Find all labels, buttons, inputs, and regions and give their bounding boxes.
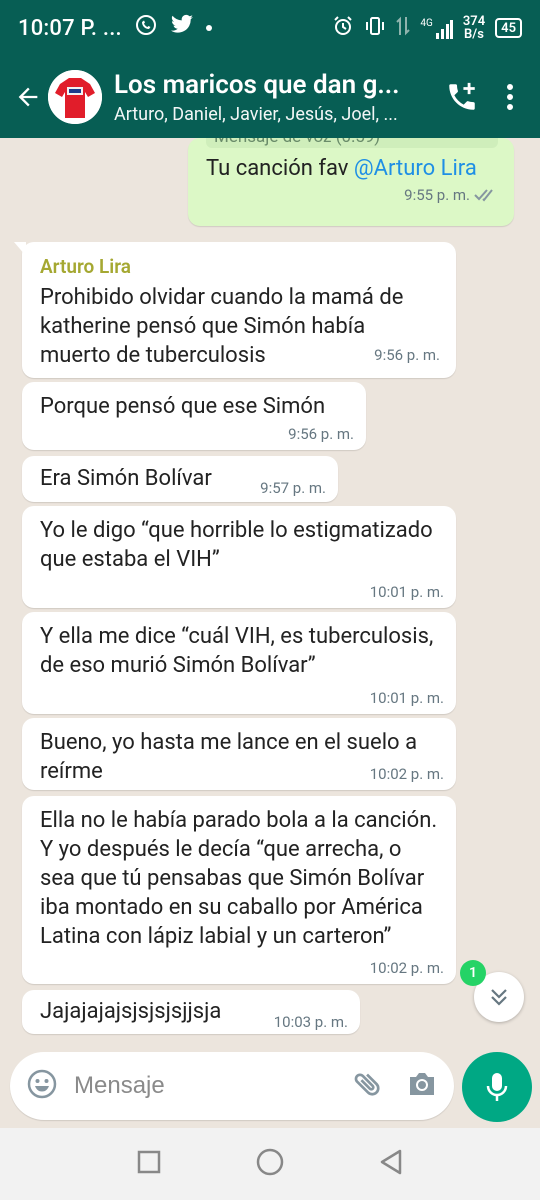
message-text: Porque pensó que ese Simón bbox=[40, 394, 326, 419]
attach-button[interactable] bbox=[352, 1068, 384, 1104]
bubble-tail bbox=[14, 242, 26, 256]
square-icon bbox=[138, 1150, 161, 1174]
recents-button[interactable] bbox=[136, 1149, 162, 1179]
message-bubble-incoming[interactable]: Yo le digo “que horrible lo estigmatizad… bbox=[22, 506, 456, 608]
emoji-icon bbox=[27, 1069, 57, 1099]
status-bar: 10:07 P. ... 4G 374 B/s 45 bbox=[0, 0, 540, 56]
network-type: 4G bbox=[420, 17, 433, 29]
message-bubble-incoming[interactable]: Ella no le había parado bola a la canció… bbox=[22, 796, 456, 984]
triangle-back-icon bbox=[380, 1149, 401, 1175]
more-vert-icon bbox=[507, 84, 513, 110]
message-text: Era Simón Bolívar bbox=[40, 466, 212, 491]
double-chevron-down-icon bbox=[491, 989, 507, 1006]
more-notifications-dot bbox=[205, 25, 212, 31]
message-bubble-incoming[interactable]: Y ella me dice “cuál VIH, es tuberculosi… bbox=[22, 612, 456, 714]
mention-link[interactable]: @Arturo Lira bbox=[354, 156, 477, 181]
chat-participants: Arturo, Daniel, Javier, Jesús, Joel, ... bbox=[114, 103, 398, 125]
camera-button[interactable] bbox=[406, 1069, 438, 1103]
message-bubble-outgoing[interactable]: Mensaje de voz (0:59) Tu canción fav @Ar… bbox=[188, 138, 514, 226]
forwarded-voice-message: Mensaje de voz (0:59) bbox=[206, 138, 498, 148]
status-time: 10:07 P. ... bbox=[18, 15, 122, 41]
signal-icon: 4G bbox=[420, 17, 453, 39]
message-time: 10:01 p. m. bbox=[369, 689, 444, 707]
group-avatar[interactable] bbox=[48, 70, 102, 124]
message-text: Y ella me dice “cuál VIH, es tuberculosi… bbox=[40, 624, 434, 678]
message-timestamp: 9:55 p. m. bbox=[404, 185, 498, 205]
back-button[interactable] bbox=[6, 83, 50, 111]
message-time: 9:55 p. m. bbox=[404, 186, 470, 204]
double-check-icon bbox=[474, 189, 493, 202]
message-time: 9:56 p. m. bbox=[288, 425, 354, 443]
back-nav-button[interactable] bbox=[378, 1148, 404, 1180]
emoji-button[interactable] bbox=[26, 1068, 58, 1104]
message-text: Yo le digo “que horrible lo estigmatizad… bbox=[40, 518, 433, 572]
system-navigation-bar bbox=[0, 1128, 540, 1200]
data-arrows-icon bbox=[396, 15, 411, 41]
message-time: 9:56 p. m. bbox=[374, 346, 440, 364]
net-speed: 374 B/s bbox=[463, 15, 485, 41]
twitter-notification-icon bbox=[170, 14, 194, 42]
message-time: 10:02 p. m. bbox=[369, 959, 444, 977]
voice-record-button[interactable] bbox=[462, 1052, 532, 1122]
alarm-icon bbox=[332, 15, 354, 41]
unread-count-badge: 1 bbox=[460, 960, 486, 986]
vibrate-icon bbox=[364, 15, 386, 41]
message-bubble-incoming[interactable]: Jajajajajsjsjsjsjjsja 10:03 p. m. bbox=[22, 990, 360, 1034]
message-bubble-incoming[interactable]: Porque pensó que ese Simón 9:56 p. m. bbox=[22, 382, 366, 450]
net-speed-unit: B/s bbox=[464, 27, 484, 42]
more-options-button[interactable] bbox=[486, 83, 534, 111]
message-text-part: Tu canción fav bbox=[206, 156, 354, 181]
chat-title: Los maricos que dan g... bbox=[114, 69, 400, 100]
message-text: Tu canción fav @Arturo Lira bbox=[206, 154, 498, 183]
microphone-icon bbox=[486, 1073, 508, 1101]
message-composer bbox=[10, 1052, 454, 1120]
call-add-icon bbox=[449, 82, 475, 110]
message-time: 10:01 p. m. bbox=[369, 583, 444, 601]
paperclip-icon bbox=[354, 1073, 380, 1096]
message-time: 9:57 p. m. bbox=[260, 479, 326, 497]
message-input[interactable] bbox=[74, 1072, 314, 1100]
sender-name[interactable]: Arturo Lira bbox=[40, 252, 440, 281]
message-bubble-incoming[interactable]: Arturo Lira Prohibido olvidar cuando la … bbox=[14, 242, 456, 378]
camera-icon bbox=[410, 1073, 434, 1095]
chat-messages[interactable]: Mensaje de voz (0:59) Tu canción fav @Ar… bbox=[0, 138, 540, 1050]
circle-icon bbox=[256, 1148, 284, 1176]
message-bubble-incoming[interactable]: Era Simón Bolívar 9:57 p. m. bbox=[22, 456, 338, 502]
message-time: 10:03 p. m. bbox=[273, 1013, 348, 1031]
chat-header: Los maricos que dan g... Arturo, Daniel,… bbox=[0, 56, 540, 138]
arrow-back-icon bbox=[18, 87, 38, 107]
chat-title-block[interactable]: Los maricos que dan g... Arturo, Daniel,… bbox=[114, 70, 430, 125]
add-call-button[interactable] bbox=[438, 80, 486, 114]
home-button[interactable] bbox=[255, 1147, 285, 1181]
message-bubble-incoming[interactable]: Bueno, yo hasta me lance en el suelo a r… bbox=[22, 718, 456, 790]
message-text: Bueno, yo hasta me lance en el suelo a r… bbox=[40, 730, 418, 784]
battery-indicator: 45 bbox=[495, 18, 522, 38]
message-text: Ella no le había parado bola a la canció… bbox=[40, 808, 438, 949]
message-text: Prohibido olvidar cuando la mamá de kath… bbox=[40, 285, 404, 368]
message-time: 10:02 p. m. bbox=[369, 765, 444, 783]
message-text: Jajajajajsjsjsjsjjsja bbox=[40, 999, 222, 1024]
battery-level: 45 bbox=[501, 20, 516, 36]
whatsapp-notification-icon bbox=[134, 13, 158, 43]
tshirt-avatar-icon bbox=[48, 70, 102, 124]
